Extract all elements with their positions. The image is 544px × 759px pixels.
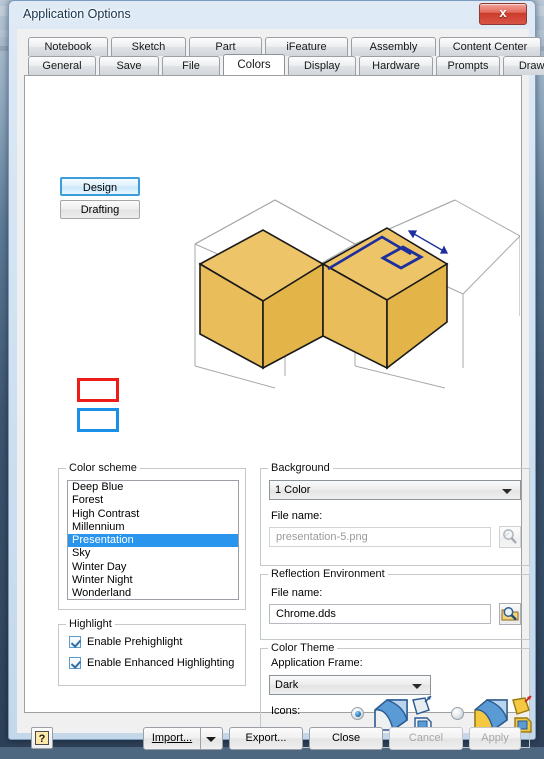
tab-save[interactable]: Save [99, 56, 159, 75]
help-icon: ? [35, 731, 49, 745]
color-scheme-item[interactable]: Winter Night [68, 574, 238, 587]
color-scheme-group-label: Color scheme [66, 462, 140, 474]
tab-content-center[interactable]: Content Center [439, 37, 541, 56]
tab-prompts[interactable]: Prompts [436, 56, 500, 75]
reflection-browse-button[interactable] [499, 603, 521, 625]
tab-hardware[interactable]: Hardware [359, 56, 433, 75]
color-theme-group-label: Color Theme [268, 642, 337, 654]
tab-drawing[interactable]: Drawing [503, 56, 544, 75]
color-scheme-item[interactable]: Winter Day [68, 561, 238, 574]
preview-svg [175, 196, 520, 391]
color-swatch-blue[interactable] [77, 408, 119, 432]
color-scheme-item[interactable]: Sky [68, 547, 238, 560]
icons-label: Icons: [271, 705, 300, 717]
tab-strip: NotebookSketchPartiFeatureAssemblyConten… [24, 37, 522, 75]
tab-assembly[interactable]: Assembly [351, 37, 436, 56]
colors-tab-page: Design Drafting [24, 75, 522, 713]
checkbox-check-icon [69, 657, 81, 669]
background-browse-button[interactable] [499, 526, 521, 548]
reflection-file-name-value: Chrome.dds [276, 605, 336, 623]
close-icon: x [480, 5, 526, 20]
application-frame-label: Application Frame: [271, 657, 363, 669]
color-scheme-item[interactable]: Forest [68, 494, 238, 507]
color-scheme-item[interactable]: Presentation [68, 534, 238, 547]
color-swatch-red[interactable] [77, 378, 119, 402]
reflection-group-label: Reflection Environment [268, 568, 388, 580]
reflection-environment-group: Reflection Environment File name: Chrome… [260, 574, 530, 640]
application-frame-value: Dark [275, 676, 298, 694]
help-button[interactable]: ? [31, 727, 53, 749]
tab-colors[interactable]: Colors [223, 54, 285, 75]
browse-magnifier-icon [500, 604, 520, 624]
color-scheme-item[interactable]: Deep Blue [68, 481, 238, 494]
checkbox-label: Enable Prehighlight [87, 635, 182, 649]
color-scheme-listbox[interactable]: Deep BlueForestHigh ContrastMillenniumPr… [67, 480, 239, 600]
chevron-down-icon [412, 684, 422, 689]
browse-magnifier-icon [500, 527, 520, 547]
window-title: Application Options [23, 7, 131, 21]
background-type-value: 1 Color [275, 481, 310, 499]
highlight-group: Highlight Enable Prehighlight Enable Enh… [58, 624, 246, 686]
checkbox-label: Enable Enhanced Highlighting [87, 656, 234, 670]
color-scheme-item[interactable]: High Contrast [68, 508, 238, 521]
checkbox-check-icon [69, 636, 81, 648]
title-bar: Application Options x [9, 1, 535, 29]
color-scheme-group: Color scheme Deep BlueForestHigh Contras… [58, 468, 246, 610]
application-frame-combobox[interactable]: Dark [269, 675, 431, 695]
close-button[interactable]: x [479, 3, 527, 25]
background-group: Background 1 Color File name: presentati… [260, 468, 530, 566]
reflection-file-name-input[interactable]: Chrome.dds [269, 604, 491, 624]
background-file-name-input[interactable]: presentation-5.png [269, 527, 491, 547]
tab-row-bottom: GeneralSaveFileColorsDisplayHardwareProm… [24, 56, 522, 75]
chevron-down-icon [502, 489, 512, 494]
background-group-label: Background [268, 462, 333, 474]
dialog-button-bar: ? Import... Export... Close Cancel Apply [17, 719, 529, 759]
tab-display[interactable]: Display [288, 56, 356, 75]
color-scheme-item[interactable]: Millennium [68, 521, 238, 534]
background-type-combobox[interactable]: 1 Color [269, 480, 521, 500]
preview-model-left [200, 230, 323, 368]
tab-file[interactable]: File [162, 56, 220, 75]
drafting-mode-button[interactable]: Drafting [60, 200, 140, 219]
tab-notebook[interactable]: Notebook [28, 37, 108, 56]
application-options-window: Application Options x NotebookSketchPart… [8, 0, 536, 740]
preview-model-right [323, 228, 447, 368]
background-file-name-value: presentation-5.png [276, 528, 368, 546]
design-mode-button[interactable]: Design [60, 177, 140, 196]
color-scheme-preview [175, 196, 520, 391]
import-button-label: Import... [152, 732, 192, 744]
tab-sketch[interactable]: Sketch [111, 37, 186, 56]
background-file-name-label: File name: [271, 510, 322, 522]
color-scheme-item[interactable]: Wonderland [68, 587, 238, 600]
reflection-file-name-label: File name: [271, 587, 322, 599]
tab-general[interactable]: General [28, 56, 96, 75]
dialog-client-area: NotebookSketchPartiFeatureAssemblyConten… [17, 29, 529, 733]
highlight-group-label: Highlight [66, 618, 115, 630]
